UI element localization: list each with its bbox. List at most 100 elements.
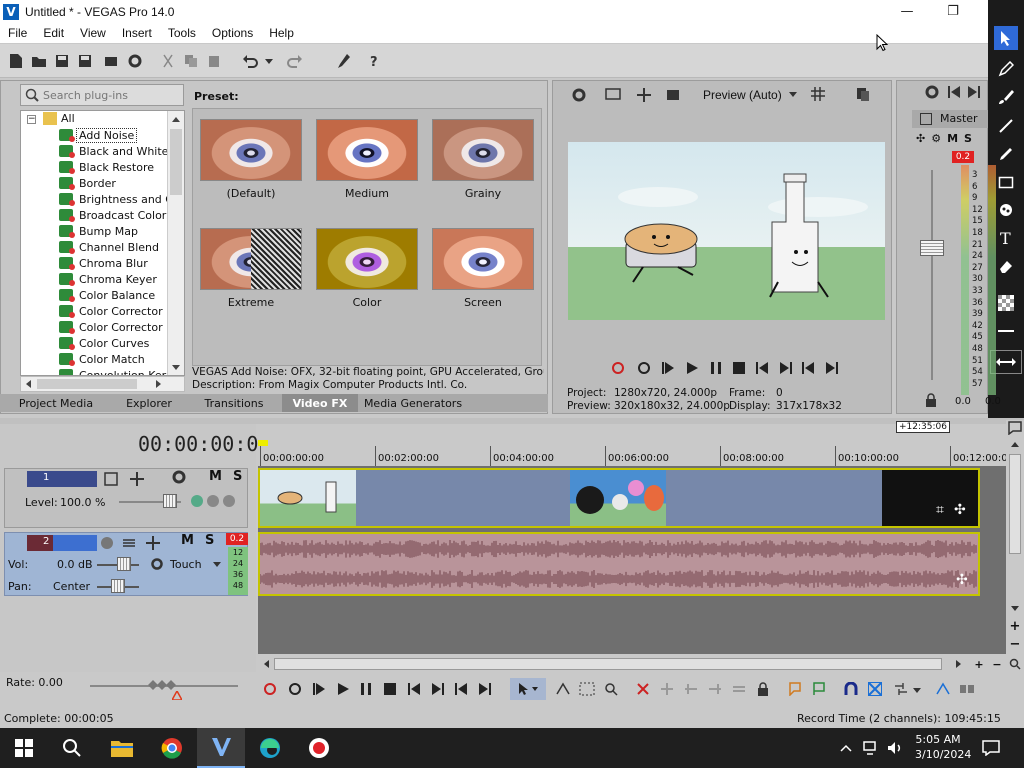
vscroll-up-icon[interactable]	[1007, 438, 1023, 450]
play-from-start-icon[interactable]	[660, 360, 676, 376]
trim-icon[interactable]	[658, 681, 676, 697]
menu-tools[interactable]: Tools	[160, 26, 204, 40]
video-clip-thumb-2[interactable]	[570, 470, 666, 526]
plugin-tree-item[interactable]: Bump Map	[59, 223, 140, 239]
plugin-tree-item[interactable]: Brightness and Co	[59, 191, 182, 207]
vscroll-thumb[interactable]	[1009, 454, 1021, 554]
tab-project-media[interactable]: Project Media	[0, 394, 112, 412]
level-slider-knob[interactable]	[163, 494, 177, 508]
tl-next-frame-icon[interactable]	[478, 681, 494, 697]
tl-record-icon[interactable]	[264, 683, 276, 695]
marker-bar[interactable]: +12:35:06	[258, 421, 1006, 446]
tree-horizontal-scrollbar[interactable]	[20, 376, 185, 392]
plugin-tree-item[interactable]: Add Noise	[59, 127, 138, 143]
hscroll-thumb[interactable]	[37, 379, 137, 389]
pan-slider-knob[interactable]	[111, 579, 125, 593]
preset-thumb-medium[interactable]	[316, 119, 418, 181]
rectangle-icon[interactable]	[994, 170, 1018, 194]
tab-explorer[interactable]: Explorer	[112, 394, 186, 412]
pause-icon[interactable]	[708, 360, 724, 376]
timeline-hscroll-thumb[interactable]	[274, 658, 942, 670]
preset-thumb-default[interactable]	[200, 119, 302, 181]
brush-icon[interactable]	[994, 85, 1018, 109]
loop-icon[interactable]	[636, 360, 652, 376]
ignore-grouping-icon[interactable]	[958, 681, 976, 697]
text-tool-icon[interactable]: T	[994, 226, 1018, 250]
menu-insert[interactable]: Insert	[114, 26, 160, 40]
time-ruler[interactable]: 00:00:00:00 00:02:00:00 00:04:00:00 00:06:0…	[258, 446, 1014, 466]
comment-icon[interactable]	[1007, 420, 1023, 436]
play-icon[interactable]	[684, 360, 700, 376]
screen-recorder-icon[interactable]	[295, 728, 343, 768]
scroll-thumb[interactable]	[170, 129, 182, 195]
master-fx-button[interactable]: ✣	[916, 132, 925, 145]
audio-solo-button[interactable]: S	[205, 533, 214, 548]
audio-track-header[interactable]: 2 M S 0.2 12 24 36 48 Vol: 0.0 dB Touch …	[4, 532, 248, 596]
scroll-down-icon[interactable]	[168, 359, 184, 375]
video-track-lane[interactable]: ⌗ ✣	[258, 468, 980, 528]
audio-mute-button[interactable]: M	[181, 533, 194, 548]
preview-quality-chevron-down-icon[interactable]	[789, 92, 797, 97]
zoom-tool-icon[interactable]	[1008, 657, 1022, 671]
split-icon[interactable]	[730, 681, 748, 697]
plugin-tree-item[interactable]: Broadcast Colors	[59, 207, 174, 223]
video-clip-thumb-1[interactable]	[260, 470, 356, 526]
plugin-search-input[interactable]: Search plug-ins	[20, 84, 184, 106]
automation-gear-icon[interactable]	[150, 557, 164, 571]
cut-icon[interactable]	[160, 53, 176, 69]
audio-track-lane[interactable]: ✣	[258, 532, 980, 596]
insert-region-icon[interactable]	[810, 681, 828, 697]
undo-icon[interactable]	[242, 53, 258, 69]
track-motion-icon[interactable]	[103, 471, 121, 487]
insert-marker-icon[interactable]	[786, 681, 804, 697]
plugin-tree-item[interactable]: Convolution Kerne	[59, 367, 182, 375]
tl-go-to-end-icon[interactable]	[430, 681, 446, 697]
automation-mode[interactable]: Touch	[170, 558, 202, 571]
open-icon[interactable]	[31, 53, 47, 69]
zoom-out-horizontal-icon[interactable]: −	[990, 657, 1004, 671]
tab-video-fx[interactable]: Video FX	[282, 394, 358, 412]
master-prev-icon[interactable]	[948, 86, 962, 98]
audio-fx-icon[interactable]	[145, 535, 161, 551]
render-icon[interactable]	[103, 53, 119, 69]
save-icon[interactable]	[54, 53, 70, 69]
minimize-button[interactable]: —	[884, 0, 930, 23]
notifications-icon[interactable]	[980, 738, 1002, 758]
plugin-tree-item[interactable]: Color Curves	[59, 335, 151, 351]
preview-quality-dropdown[interactable]: Preview (Auto)	[703, 88, 782, 102]
tab-transitions[interactable]: Transitions	[186, 394, 282, 412]
ripple-edit-icon[interactable]	[892, 681, 910, 697]
plugin-tree-item[interactable]: Color Match	[59, 351, 147, 367]
master-fx-icon[interactable]	[920, 113, 932, 125]
zoom-in-horizontal-icon[interactable]: +	[972, 657, 986, 671]
preset-thumb-color[interactable]	[316, 228, 418, 290]
stop-icon[interactable]	[731, 360, 747, 376]
video-solo-button[interactable]: S	[233, 469, 242, 484]
crop-icon[interactable]: ⌗	[936, 502, 944, 518]
eyedropper-icon[interactable]	[336, 53, 352, 69]
delete-icon[interactable]	[634, 681, 652, 697]
maximize-button[interactable]: ❐	[930, 0, 976, 23]
scroll-up-icon[interactable]	[168, 111, 184, 127]
tree-collapse-icon[interactable]: −	[27, 115, 36, 124]
zoom-edit-tool-icon[interactable]	[602, 681, 620, 697]
overlays-icon[interactable]	[664, 86, 684, 106]
line-icon[interactable]	[994, 114, 1018, 138]
lock-event-icon[interactable]	[754, 681, 772, 697]
menu-file[interactable]: File	[0, 26, 35, 40]
pen-icon[interactable]	[994, 142, 1018, 166]
vegas-taskbar-icon[interactable]	[197, 728, 245, 768]
plugin-tree-item[interactable]: Color Corrector	[59, 303, 165, 319]
new-icon[interactable]	[8, 53, 24, 69]
pencil-icon[interactable]	[994, 57, 1018, 81]
checkerboard-icon[interactable]	[994, 291, 1018, 315]
menu-edit[interactable]: Edit	[35, 26, 72, 40]
preset-thumb-screen[interactable]	[432, 228, 534, 290]
edge-icon[interactable]	[246, 728, 294, 768]
save-as-icon[interactable]	[77, 53, 93, 69]
rate-slider-knob[interactable]	[148, 679, 176, 691]
tl-play-icon[interactable]	[335, 681, 351, 697]
eraser-icon[interactable]	[994, 254, 1018, 278]
master-fader-knob[interactable]	[920, 240, 944, 256]
chrome-icon[interactable]	[148, 728, 196, 768]
